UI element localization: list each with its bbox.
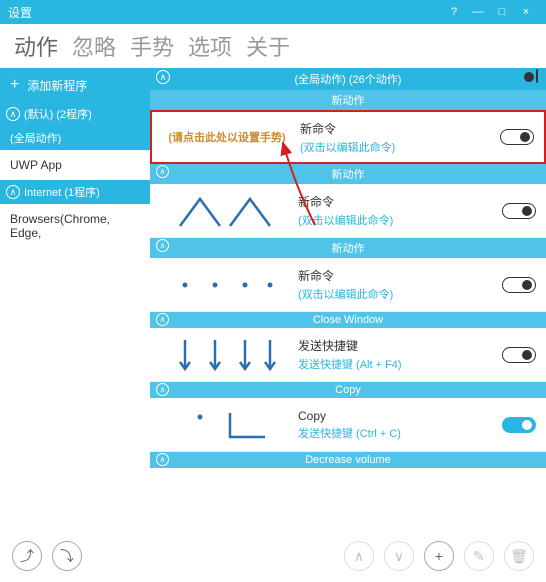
group-sub-label: Copy: [335, 384, 361, 396]
gesture-peaks-icon: [170, 191, 280, 231]
group-header-global[interactable]: ∧ (全局动作) (26个动作): [150, 68, 546, 90]
gesture-copy-icon: [170, 405, 280, 445]
action-info: 新命令 (双击以编辑此命令): [290, 193, 502, 228]
help-button[interactable]: ?: [442, 6, 466, 18]
gesture-preview[interactable]: [160, 191, 290, 231]
add-action-button[interactable]: +: [424, 541, 454, 571]
tab-gestures[interactable]: 手势: [130, 30, 174, 62]
chevron-up-icon: ∧: [156, 239, 169, 252]
action-name: 新命令: [300, 120, 492, 137]
chevron-up-icon: ∧: [6, 185, 20, 199]
action-toggle[interactable]: [502, 347, 536, 363]
add-program-label: 添加新程序: [27, 77, 87, 94]
tab-options[interactable]: 选项: [188, 30, 232, 62]
group-sub-copy[interactable]: ∧ Copy: [150, 382, 546, 398]
group-sub-new2[interactable]: ∧ 新动作: [150, 164, 546, 184]
maximize-button[interactable]: □: [490, 6, 514, 18]
chevron-up-icon: ∧: [156, 70, 170, 84]
add-program-button[interactable]: + 添加新程序: [0, 68, 150, 102]
group-header-global-label: (全局动作) (26个动作): [295, 74, 402, 86]
gesture-dots-icon: [170, 265, 280, 305]
plus-icon: +: [10, 76, 19, 94]
chevron-up-icon: ∧: [6, 107, 20, 121]
action-name: 发送快捷键: [298, 337, 494, 354]
sidebar-item-browsers[interactable]: Browsers(Chrome, Edge,: [0, 204, 150, 248]
action-info: Copy 发送快捷键 (Ctrl + C): [290, 409, 502, 441]
export-icon: ⤴: [20, 546, 34, 566]
action-row[interactable]: Copy 发送快捷键 (Ctrl + C): [150, 398, 546, 452]
window-title: 设置: [8, 4, 32, 21]
sidebar: + 添加新程序 ∧ (默认) (2程序) (全局动作) UWP App ∧ In…: [0, 68, 150, 536]
gesture-preview[interactable]: [160, 335, 290, 375]
group-sub-label: Decrease volume: [305, 454, 391, 466]
sidebar-item-global[interactable]: (全局动作): [0, 126, 150, 150]
sidebar-group-internet[interactable]: ∧ Internet (1程序): [0, 180, 150, 204]
main-tabs: 动作 忽略 手势 选项 关于: [0, 24, 546, 68]
plus-icon: +: [435, 548, 443, 564]
action-name: 新命令: [298, 267, 494, 284]
action-desc: 发送快捷键 (Alt + F4): [298, 356, 494, 372]
action-name: Copy: [298, 409, 494, 423]
action-row[interactable]: 发送快捷键 发送快捷键 (Alt + F4): [150, 328, 546, 382]
group-sub-new1[interactable]: 新动作: [150, 90, 546, 110]
group-sub-label: Close Window: [313, 314, 383, 326]
sidebar-item-uwp[interactable]: UWP App: [0, 150, 150, 180]
action-row-highlighted[interactable]: (请点击此处以设置手势) 新命令 (双击以编辑此命令): [150, 110, 546, 164]
chevron-up-icon: ∧: [156, 165, 169, 178]
move-up-button[interactable]: ∧: [344, 541, 374, 571]
sidebar-group-internet-label: Internet (1程序): [24, 184, 100, 200]
chevron-up-icon: ∧: [354, 548, 364, 565]
group-toggle[interactable]: [536, 69, 538, 83]
group-sub-closewindow[interactable]: ∧ Close Window: [150, 312, 546, 328]
gesture-down-arrows-icon: [170, 335, 280, 375]
action-name: 新命令: [298, 193, 494, 210]
chevron-up-icon: ∧: [156, 383, 169, 396]
close-button[interactable]: ×: [514, 6, 538, 18]
tab-about[interactable]: 关于: [246, 30, 290, 62]
import-button[interactable]: ⤵: [52, 541, 82, 571]
gesture-preview[interactable]: [160, 265, 290, 305]
action-toggle[interactable]: [502, 203, 536, 219]
trash-icon: 🗑: [510, 548, 528, 565]
chevron-up-icon: ∧: [156, 313, 169, 326]
sidebar-group-default[interactable]: ∧ (默认) (2程序): [0, 102, 150, 126]
tab-actions[interactable]: 动作: [14, 30, 58, 62]
sidebar-group-default-label: (默认) (2程序): [24, 106, 92, 122]
action-info: 新命令 (双击以编辑此命令): [290, 267, 502, 302]
action-toggle[interactable]: [500, 129, 534, 145]
action-desc: (双击以编辑此命令): [298, 212, 494, 228]
footer-toolbar: ⤴ ⤵ ∧ ∨ + ✎ 🗑: [0, 536, 546, 576]
titlebar: 设置 ? — □ ×: [0, 0, 546, 24]
action-toggle[interactable]: [502, 277, 536, 293]
action-row[interactable]: 新命令 (双击以编辑此命令): [150, 258, 546, 312]
action-desc: (双击以编辑此命令): [298, 286, 494, 302]
export-button[interactable]: ⤴: [12, 541, 42, 571]
edit-action-button[interactable]: ✎: [464, 541, 494, 571]
group-sub-new3[interactable]: ∧ 新动作: [150, 238, 546, 258]
move-down-button[interactable]: ∨: [384, 541, 414, 571]
content-area: ∧ (全局动作) (26个动作) 新动作 (请点击此处以设置手势) 新命令 (双…: [150, 68, 546, 536]
action-desc: 发送快捷键 (Ctrl + C): [298, 425, 494, 441]
tab-ignore[interactable]: 忽略: [72, 30, 116, 62]
gesture-preview[interactable]: [160, 405, 290, 445]
action-toggle[interactable]: [502, 417, 536, 433]
chevron-down-icon: ∨: [394, 548, 404, 565]
action-info: 新命令 (双击以编辑此命令): [292, 120, 500, 155]
group-sub-decrease-volume[interactable]: ∧ Decrease volume: [150, 452, 546, 468]
group-sub-label: 新动作: [332, 243, 365, 255]
gesture-empty-prompt[interactable]: (请点击此处以设置手势): [162, 129, 292, 145]
minimize-button[interactable]: —: [466, 6, 490, 18]
action-info: 发送快捷键 发送快捷键 (Alt + F4): [290, 337, 502, 372]
chevron-up-icon: ∧: [156, 453, 169, 466]
edit-icon: ✎: [473, 548, 485, 565]
action-row[interactable]: 新命令 (双击以编辑此命令): [150, 184, 546, 238]
group-sub-label: 新动作: [332, 169, 365, 181]
delete-action-button[interactable]: 🗑: [504, 541, 534, 571]
action-desc: (双击以编辑此命令): [300, 139, 492, 155]
sidebar-item-global-label: (全局动作): [10, 130, 61, 146]
import-icon: ⤵: [60, 546, 74, 566]
group-sub-label: 新动作: [332, 95, 365, 107]
